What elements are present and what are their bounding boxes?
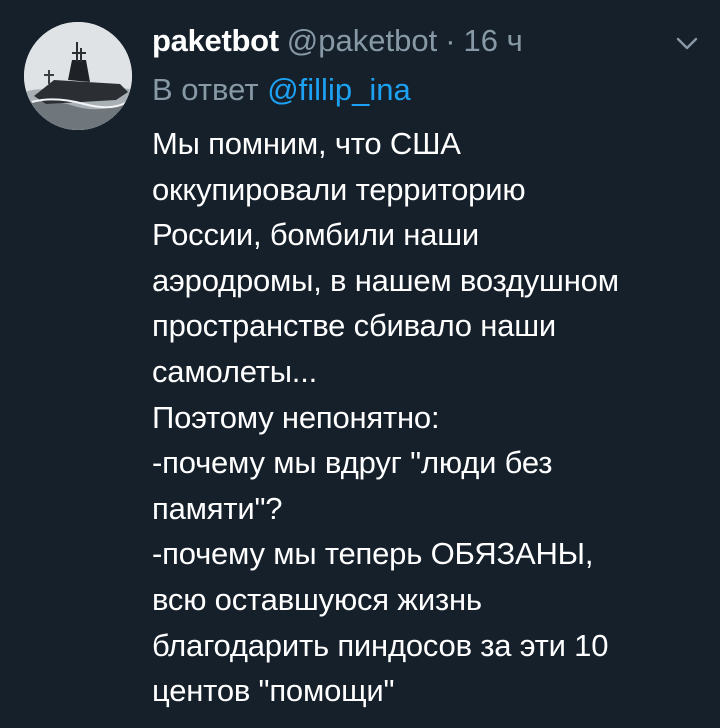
tweet-text-line: центов "помощи" xyxy=(152,673,395,709)
tweet-text-line: аэродромы, в нашем воздушном xyxy=(152,262,619,298)
tweet-text-line: памяти"? xyxy=(152,490,283,526)
tweet-header: paketbot @paketbot · 16 ч xyxy=(152,18,523,64)
avatar[interactable] xyxy=(24,22,132,130)
tweet-text: Мы помним, что США оккупировали территор… xyxy=(152,121,712,714)
tweet-text-line: Поэтому непонятно: xyxy=(152,399,440,435)
tweet-text-line: всю оставшуюся жизнь xyxy=(152,581,482,617)
separator: · xyxy=(445,23,456,58)
user-handle[interactable]: @paketbot xyxy=(287,23,437,59)
tweet[interactable]: paketbot @paketbot · 16 ч В ответ @filli… xyxy=(0,0,720,728)
tweet-text-line: -почему мы вдруг "люди без xyxy=(152,445,553,481)
tweet-text-line: -почему мы теперь ОБЯЗАНЫ, xyxy=(152,536,594,572)
reply-to-link[interactable]: @fillip_ina xyxy=(267,72,410,107)
tweet-text-line: Мы помним, что США xyxy=(152,126,461,161)
tweet-text-line: самолеты... xyxy=(152,353,318,389)
display-name[interactable]: paketbot xyxy=(152,23,279,59)
reply-context: В ответ @fillip_ina xyxy=(152,72,411,108)
tweet-text-line: оккупировали территорию xyxy=(152,171,526,207)
reply-prefix: В ответ xyxy=(152,72,259,107)
tweet-text-line: пространстве сбивало наши xyxy=(152,308,557,344)
timestamp[interactable]: 16 ч xyxy=(464,23,523,59)
tweet-text-line: благодарить пиндосов за эти 10 xyxy=(152,627,609,663)
tweet-text-line: России, бомбили наши xyxy=(152,217,480,253)
chevron-down-icon[interactable] xyxy=(672,30,702,56)
submarine-avatar-image xyxy=(24,22,132,130)
